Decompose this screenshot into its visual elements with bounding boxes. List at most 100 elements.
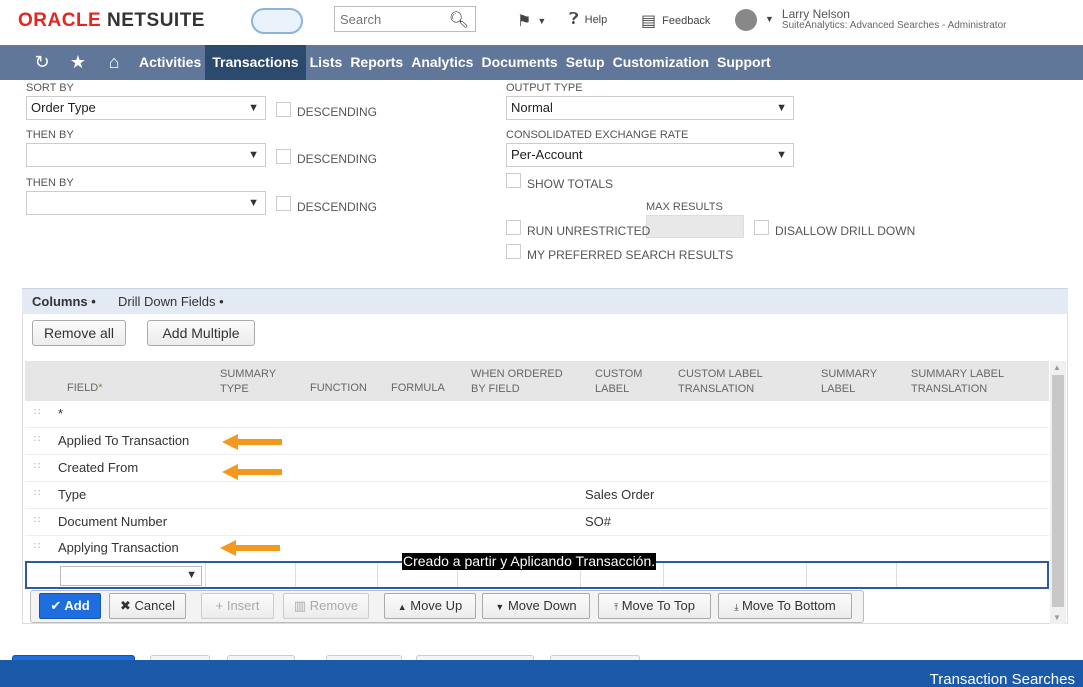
tab-drill-down-fields[interactable]: Drill Down Fields • [118,294,224,309]
star-icon[interactable]: ★ [60,52,96,73]
cancel-button[interactable]: ✖ Cancel [109,593,186,619]
sort-by-select[interactable]: Order Type ▼ [26,96,266,120]
remove-button[interactable]: ▥ Remove [283,593,369,619]
move-up-icon: ▲ [397,602,407,612]
then-by-label: THEN BY [26,177,74,189]
chevron-down-icon: ▼ [776,149,787,161]
trash-icon: ▥ [293,598,307,613]
table-row[interactable]: ∷ Type Sales Order [25,482,1049,509]
move-to-top-icon: ⤒ [614,602,619,612]
user-name: Larry Nelson [781,7,850,21]
annotation-arrow-icon [222,464,282,480]
disallow-drill-down-checkbox[interactable] [754,220,769,235]
header-custom-label-translation: CUSTOM LABEL TRANSLATION [678,368,763,395]
show-totals-label: SHOW TOTALS [527,177,614,191]
sort-by-label: SORT BY [26,82,74,94]
exchange-rate-select[interactable]: Per-Account ▼ [506,143,794,167]
recent-records-menu[interactable]: ⚑ ▼ [517,11,546,31]
table-row[interactable]: ∷ * [25,401,1049,428]
nav-setup[interactable]: Setup [562,45,609,80]
table-row[interactable]: ∷ Document Number SO# [25,509,1049,536]
nav-support[interactable]: Support [713,45,775,80]
then-by-descending-checkbox-2[interactable] [276,196,291,211]
main-nav: ↻ ★ ⌂ Activities Transactions Lists Repo… [0,45,1083,80]
chevron-down-icon: ▼ [186,569,197,581]
nav-reports[interactable]: Reports [346,45,407,80]
scroll-down-icon[interactable]: ▼ [1053,613,1061,622]
drag-handle-icon[interactable]: ∷ [34,461,40,472]
field-select[interactable]: ▼ [60,566,202,586]
global-search[interactable]: 🔍︎ [334,6,476,32]
drag-handle-icon[interactable]: ∷ [34,488,40,499]
annotation-arrow-icon [220,540,280,556]
home-icon[interactable]: ⌂ [96,52,132,73]
header-custom-label: CUSTOM LABEL [595,368,643,395]
drag-handle-icon[interactable]: ∷ [34,434,40,445]
search-icon[interactable]: 🔍︎ [449,10,469,30]
preferred-search-label: MY PREFERRED SEARCH RESULTS [527,248,734,262]
header-summary-label-translation: SUMMARY LABEL TRANSLATION [911,368,1005,395]
disallow-drill-down-label: DISALLOW DRILL DOWN [775,224,916,238]
sort-descending-checkbox[interactable] [276,102,291,117]
nav-lists[interactable]: Lists [306,45,347,80]
nav-documents[interactable]: Documents [477,45,561,80]
recent-icon[interactable]: ↻ [24,52,60,73]
top-header: ORACLE NETSUITE 🔍︎ ⚑ ▼ ❓︎ Help ▤ Feedbac… [0,0,1083,45]
output-type-select[interactable]: Normal ▼ [506,96,794,120]
grid-scrollbar[interactable]: ▲ ▼ [1050,361,1066,624]
insert-button[interactable]: + Insert [201,593,274,619]
drag-handle-icon[interactable]: ∷ [34,515,40,526]
move-up-button[interactable]: ▲ Move Up [384,593,476,619]
columns-grid-header: FIELD* SUMMARY TYPE FUNCTION FORMULA WHEN… [25,361,1049,401]
feedback-link[interactable]: ▤ Feedback [641,11,710,31]
table-row[interactable]: ∷ Created From [25,455,1049,482]
drag-handle-icon[interactable]: ∷ [34,541,40,552]
max-results-label: MAX RESULTS [646,201,723,213]
chevron-down-icon: ▼ [248,149,259,161]
scroll-thumb[interactable] [1052,375,1064,607]
check-icon: ✔ [50,598,62,613]
user-menu[interactable]: ▼ Larry Nelson SuiteAnalytics: Advanced … [735,8,1006,31]
cloud-icon [251,8,303,34]
then-by-select-2[interactable]: ▼ [26,191,266,215]
netsuite-logo[interactable]: ORACLE NETSUITE [18,10,205,32]
header-field: FIELD* [67,382,103,394]
close-icon: ✖ [120,598,131,613]
feedback-icon: ▤ [641,13,657,30]
table-row[interactable]: ∷ Applied To Transaction [25,428,1049,455]
tab-columns[interactable]: Columns • [32,294,96,309]
nav-transactions[interactable]: Transactions [205,45,306,80]
help-link[interactable]: ❓︎ Help [569,11,607,29]
run-unrestricted-label: RUN UNRESTRICTED [527,224,651,238]
nav-activities[interactable]: Activities [135,45,205,80]
nav-analytics[interactable]: Analytics [407,45,477,80]
output-type-label: OUTPUT TYPE [506,82,583,94]
header-summary-type: SUMMARY TYPE [220,368,277,395]
exchange-rate-label: CONSOLIDATED EXCHANGE RATE [506,129,689,141]
add-multiple-button[interactable]: Add Multiple [147,320,255,346]
preferred-search-checkbox[interactable] [506,244,521,259]
remove-all-button[interactable]: Remove all [32,320,126,346]
move-down-icon: ▼ [495,602,505,612]
search-input[interactable] [335,7,445,31]
scroll-up-icon[interactable]: ▲ [1053,363,1061,372]
then-by-descending-checkbox-1[interactable] [276,149,291,164]
records-icon: ⚑ [517,13,532,30]
then-by-label: THEN BY [26,129,74,141]
move-to-bottom-button[interactable]: ⤓ Move To Bottom [718,593,852,619]
chevron-down-icon: ▼ [765,14,774,24]
nav-customization[interactable]: Customization [609,45,713,80]
user-role: SuiteAnalytics: Advanced Searches - Admi… [781,20,1007,31]
run-unrestricted-checkbox[interactable] [506,220,521,235]
move-down-button[interactable]: ▼ Move Down [482,593,590,619]
max-results-input[interactable] [646,215,744,238]
chevron-down-icon: ▼ [248,197,259,209]
chevron-down-icon: ▼ [537,16,547,26]
drag-handle-icon[interactable]: ∷ [34,407,40,418]
add-button[interactable]: ✔ Add [39,593,101,619]
then-by-select-1[interactable]: ▼ [26,143,266,167]
move-to-top-button[interactable]: ⤒ Move To Top [598,593,711,619]
show-totals-checkbox[interactable] [506,173,521,188]
header-summary-label: SUMMARY LABEL [821,368,878,395]
video-caption: Creado a partir y Aplicando Transacción. [402,553,657,570]
